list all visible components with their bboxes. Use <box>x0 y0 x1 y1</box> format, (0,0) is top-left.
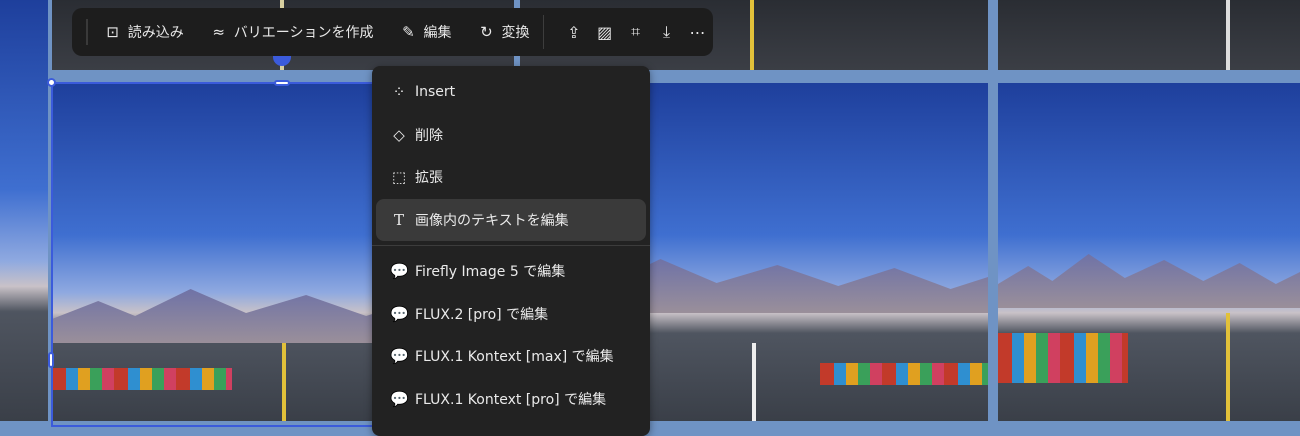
create-variations-button[interactable]: ≈ バリエーションを作成 <box>210 22 374 42</box>
resize-handle-top-left[interactable] <box>47 78 56 87</box>
transform-label: 変換 <box>501 25 530 41</box>
approx-icon: ≈ <box>212 23 225 41</box>
eraser-icon: ◇ <box>393 125 405 144</box>
text-edit-icon: T <box>393 210 404 229</box>
crop-icon[interactable]: ⌗ <box>620 22 651 42</box>
edit-dropdown-menu: ⁘ Insert ◇ 削除 ⬚ 拡張 T 画像内のテキストを編集 💬 Firefly Im… <box>372 66 650 436</box>
menu-item-edit-text-in-image[interactable]: T 画像内のテキストを編集 <box>376 198 646 241</box>
toolbar-divider <box>543 15 545 49</box>
menu-item-label: 画像内のテキストを編集 <box>415 212 569 229</box>
rotate-sparkle-icon: ↻ <box>480 23 493 41</box>
resize-handle-left[interactable] <box>48 352 54 368</box>
left-edge-image[interactable] <box>0 0 48 421</box>
menu-item-flux-2-pro[interactable]: 💬 FLUX.2 [pro] で編集 <box>376 293 646 336</box>
menu-item-label: FLUX.1 Kontext [max] で編集 <box>415 349 614 366</box>
menu-item-firefly-image-5[interactable]: 💬 Firefly Image 5 で編集 <box>376 250 646 293</box>
insert-sparkle-icon: ⁘ <box>392 83 406 102</box>
menu-item-flux-1-kontext-pro[interactable]: 💬 FLUX.1 Kontext [pro] で編集 <box>376 378 646 421</box>
expand-icon: ⬚ <box>391 168 407 187</box>
chat-sparkle-icon: 💬 <box>390 304 409 323</box>
import-label: 読み込み <box>127 25 184 41</box>
menu-item-label: Firefly Image 5 で編集 <box>415 264 566 281</box>
image-toolbar: ⊡ 読み込み ≈ バリエーションを作成 ✎ 編集 ↻ 変換 ⇪ ▨ ⌗ ⤓ ⋯ <box>72 8 713 56</box>
edit-button[interactable]: ✎ 編集 <box>399 22 451 42</box>
transform-button[interactable]: ↻ 変換 <box>477 22 529 42</box>
chat-sparkle-icon: 💬 <box>390 389 409 408</box>
menu-item-label: FLUX.2 [pro] で編集 <box>415 306 549 323</box>
menu-divider <box>372 245 650 246</box>
variations-label: バリエーションを作成 <box>233 25 374 41</box>
menu-item-label: FLUX.1 Kontext [pro] で編集 <box>415 391 607 408</box>
menu-item-remove[interactable]: ◇ 削除 <box>376 114 646 157</box>
edit-label: 編集 <box>423 25 452 41</box>
menu-item-expand[interactable]: ⬚ 拡張 <box>376 156 646 199</box>
more-icon[interactable]: ⋯ <box>682 23 713 42</box>
generate-icon[interactable]: ⇪ <box>558 23 589 42</box>
menu-item-flux-1-kontext-max[interactable]: 💬 FLUX.1 Kontext [max] で編集 <box>376 335 646 378</box>
image-tile-top-3[interactable] <box>998 0 1300 70</box>
menu-item-label: Insert <box>415 84 456 101</box>
image-tile-3[interactable] <box>998 83 1300 421</box>
menu-item-label: 拡張 <box>415 170 443 187</box>
terminal-icon: ⊡ <box>106 23 119 41</box>
download-icon[interactable]: ⤓ <box>651 22 682 42</box>
resize-handle-top[interactable] <box>274 80 290 86</box>
chat-sparkle-icon: 💬 <box>390 262 409 281</box>
toolbar-grip[interactable] <box>86 19 88 45</box>
image-icon[interactable]: ▨ <box>589 23 620 42</box>
pencil-icon: ✎ <box>402 23 415 41</box>
menu-item-label: 削除 <box>415 127 443 144</box>
chat-sparkle-icon: 💬 <box>390 347 409 366</box>
import-button[interactable]: ⊡ 読み込み <box>104 22 184 42</box>
menu-item-insert[interactable]: ⁘ Insert <box>376 71 646 114</box>
